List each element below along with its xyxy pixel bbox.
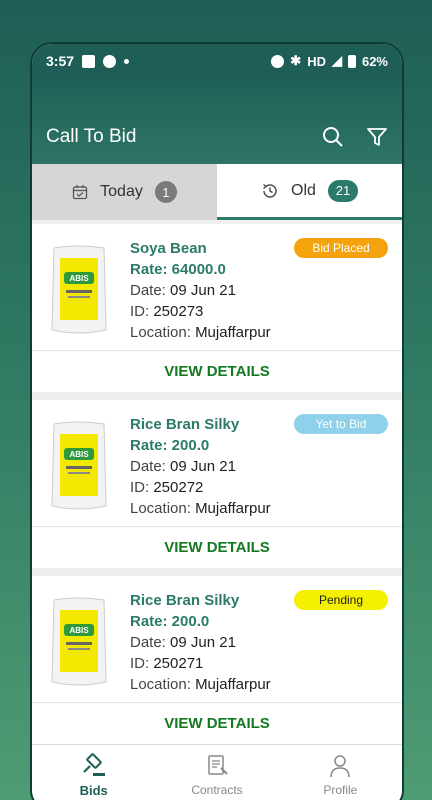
id-label: ID:: [130, 303, 150, 320]
id-value: 250273: [153, 303, 204, 320]
location-label: Location:: [130, 500, 191, 517]
tab-today-count: 1: [154, 181, 177, 203]
view-details-button[interactable]: VIEW DETAILS: [32, 702, 402, 744]
date-value: 09 Jun 21: [170, 458, 236, 475]
id-label: ID:: [130, 655, 150, 672]
bid-list[interactable]: ABIS Soya Bean Rate: 64000.0 Date: 09 Ju…: [32, 220, 402, 744]
bid-card: ABIS Rice Bran Silky Rate: 200.0 Date: 0…: [32, 576, 402, 744]
location-label: Location:: [130, 324, 191, 341]
location-value: Mujaffarpur: [195, 324, 271, 341]
id-label: ID:: [130, 479, 150, 496]
bid-card: ABIS Rice Bran Silky Rate: 200.0 Date: 0…: [32, 400, 402, 568]
app-notification-icon: [103, 54, 117, 68]
alarm-icon: [271, 54, 285, 68]
bluetooth-icon: ✱: [290, 53, 302, 68]
bag-logo-text: ABIS: [69, 450, 89, 459]
tab-old[interactable]: Old 21: [217, 164, 402, 220]
date-value: 09 Jun 21: [170, 282, 236, 299]
network-type: HD: [307, 53, 326, 69]
product-rate: Rate: 200.0: [130, 437, 210, 454]
message-icon: [82, 54, 96, 68]
product-rate: Rate: 64000.0: [130, 261, 226, 278]
contract-icon: [204, 753, 230, 779]
more-notifications-icon: [124, 58, 130, 64]
bag-logo-text: ABIS: [69, 274, 89, 283]
product-name: Rice Bran Silky: [130, 416, 240, 433]
bid-card: ABIS Soya Bean Rate: 64000.0 Date: 09 Ju…: [32, 224, 402, 392]
location-value: Mujaffarpur: [195, 676, 271, 693]
product-bag-image: ABIS: [50, 596, 108, 688]
battery-icon: [347, 54, 356, 68]
tab-today[interactable]: Today 1: [32, 164, 217, 220]
view-details-button[interactable]: VIEW DETAILS: [32, 526, 402, 568]
location-value: Mujaffarpur: [195, 500, 271, 517]
status-badge: Yet to Bid: [294, 414, 388, 434]
app-bar: Call To Bid: [32, 78, 402, 164]
search-icon[interactable]: [322, 126, 344, 148]
nav-contracts-label: Contracts: [191, 783, 243, 797]
nav-bids-label: Bids: [79, 783, 108, 798]
page-title: Call To Bid: [46, 126, 137, 147]
nav-profile[interactable]: Profile: [279, 745, 402, 800]
product-name: Soya Bean: [130, 240, 207, 257]
date-value: 09 Jun 21: [170, 634, 236, 651]
status-bar: 3:57 ✱ HD ◢ 62%: [32, 44, 402, 78]
id-value: 250271: [153, 655, 204, 672]
date-label: Date:: [130, 458, 166, 475]
profile-icon: [327, 753, 353, 779]
date-label: Date:: [130, 282, 166, 299]
tab-old-label: Old: [291, 181, 316, 199]
calendar-icon: [72, 184, 88, 200]
status-badge: Pending: [294, 590, 388, 610]
nav-profile-label: Profile: [323, 783, 358, 797]
filter-icon[interactable]: [366, 126, 388, 148]
tab-bar: Today 1 Old 21: [32, 164, 402, 220]
product-name: Rice Bran Silky: [130, 592, 240, 609]
phone-frame: 3:57 ✱ HD ◢ 62% Call To Bid Today 1 Old …: [30, 42, 404, 800]
tab-old-count: 21: [327, 179, 358, 202]
product-bag-image: ABIS: [50, 420, 108, 512]
tab-today-label: Today: [100, 183, 143, 200]
date-label: Date:: [130, 634, 166, 651]
history-icon: [261, 182, 279, 200]
nav-bids[interactable]: Bids: [32, 745, 155, 800]
nav-contracts[interactable]: Contracts: [155, 745, 278, 800]
product-rate: Rate: 200.0: [130, 613, 210, 630]
bottom-nav: Bids Contracts Profile: [32, 744, 402, 800]
signal-icon: ◢: [331, 53, 342, 68]
view-details-button[interactable]: VIEW DETAILS: [32, 350, 402, 392]
battery-level: 62%: [361, 53, 388, 69]
location-label: Location:: [130, 676, 191, 693]
status-time: 3:57: [46, 53, 75, 69]
status-badge: Bid Placed: [294, 238, 388, 258]
gavel-icon: [81, 753, 107, 779]
product-bag-image: ABIS: [50, 244, 108, 336]
bag-logo-text: ABIS: [69, 626, 89, 635]
id-value: 250272: [153, 479, 204, 496]
